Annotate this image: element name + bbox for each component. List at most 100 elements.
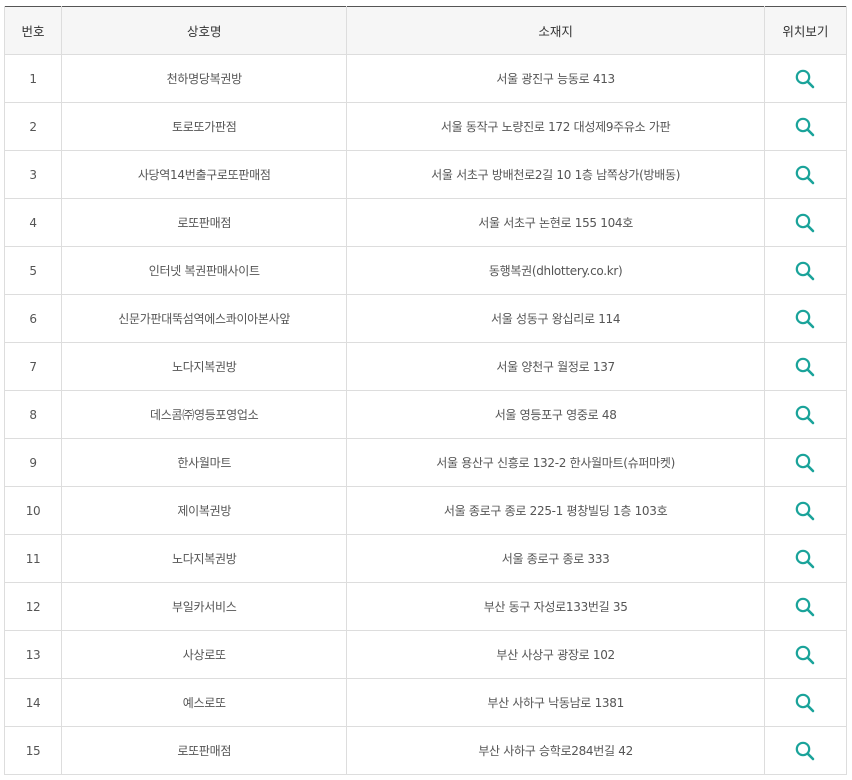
row-location-cell	[763, 102, 848, 151]
row-location-cell	[763, 486, 848, 535]
row-address: 서울 서초구 방배천로2길 10 1층 남쪽상가(방배동)	[346, 150, 765, 199]
row-store-name: 한사월마트	[61, 438, 348, 487]
location-view-button[interactable]	[794, 212, 816, 234]
row-address: 서울 영등포구 영중로 48	[346, 390, 765, 439]
location-view-button[interactable]	[794, 116, 816, 138]
table-row: 12 부일카서비스 부산 동구 자성로133번길 35	[3, 582, 848, 631]
row-store-name: 로또판매점	[61, 726, 348, 775]
row-store-name: 토로또가판점	[61, 102, 348, 151]
table-row: 10 제이복권방 서울 종로구 종로 225-1 평창빌딩 1층 103호	[3, 486, 848, 535]
row-location-cell	[763, 534, 848, 583]
search-icon	[796, 741, 815, 760]
row-number: 15	[3, 726, 63, 775]
header-location: 위치보기	[763, 6, 848, 55]
location-view-button[interactable]	[794, 404, 816, 426]
row-number: 11	[3, 534, 63, 583]
search-icon	[796, 117, 815, 136]
row-address: 서울 서초구 논현로 155 104호	[346, 198, 765, 247]
row-number: 3	[3, 150, 63, 199]
table-row: 4 로또판매점 서울 서초구 논현로 155 104호	[3, 198, 848, 247]
row-store-name: 예스로또	[61, 678, 348, 727]
search-icon	[796, 597, 815, 616]
row-store-name: 노다지복권방	[61, 342, 348, 391]
row-store-name: 제이복권방	[61, 486, 348, 535]
row-store-name: 신문가판대뚝섬역에스콰이아본사앞	[61, 294, 348, 343]
table-row: 1 천하명당복권방 서울 광진구 능동로 413	[3, 54, 848, 103]
location-view-button[interactable]	[794, 68, 816, 90]
row-number: 7	[3, 342, 63, 391]
row-number: 2	[3, 102, 63, 151]
row-number: 1	[3, 54, 63, 103]
row-location-cell	[763, 438, 848, 487]
location-view-button[interactable]	[794, 452, 816, 474]
search-icon	[796, 261, 815, 280]
row-number: 10	[3, 486, 63, 535]
search-icon	[796, 693, 815, 712]
row-store-name: 천하명당복권방	[61, 54, 348, 103]
row-store-name: 사당역14번출구로또판매점	[61, 150, 348, 199]
location-view-button[interactable]	[794, 308, 816, 330]
table-row: 5 인터넷 복권판매사이트 동행복권(dhlottery.co.kr)	[3, 246, 848, 295]
header-store-name: 상호명	[61, 6, 348, 55]
row-address: 서울 광진구 능동로 413	[346, 54, 765, 103]
search-icon	[796, 453, 815, 472]
row-location-cell	[763, 582, 848, 631]
search-icon	[796, 357, 815, 376]
row-number: 8	[3, 390, 63, 439]
location-view-button[interactable]	[794, 260, 816, 282]
location-view-button[interactable]	[794, 548, 816, 570]
location-view-button[interactable]	[794, 740, 816, 762]
row-address: 서울 성동구 왕십리로 114	[346, 294, 765, 343]
table-row: 2 토로또가판점 서울 동작구 노량진로 172 대성제9주유소 가판	[3, 102, 848, 151]
table-row: 15 로또판매점 부산 사하구 승학로284번길 42	[3, 726, 848, 775]
row-address: 부산 사상구 광장로 102	[346, 630, 765, 679]
row-address: 동행복권(dhlottery.co.kr)	[346, 246, 765, 295]
table-row: 3 사당역14번출구로또판매점 서울 서초구 방배천로2길 10 1층 남쪽상가…	[3, 150, 848, 199]
header-number: 번호	[3, 6, 63, 55]
row-number: 9	[3, 438, 63, 487]
row-address: 서울 용산구 신흥로 132-2 한사월마트(슈퍼마켓)	[346, 438, 765, 487]
row-number: 5	[3, 246, 63, 295]
table-row: 9 한사월마트 서울 용산구 신흥로 132-2 한사월마트(슈퍼마켓)	[3, 438, 848, 487]
table-row: 6 신문가판대뚝섬역에스콰이아본사앞 서울 성동구 왕십리로 114	[3, 294, 848, 343]
row-number: 13	[3, 630, 63, 679]
row-store-name: 인터넷 복권판매사이트	[61, 246, 348, 295]
header-row: 번호 상호명 소재지 위치보기	[3, 6, 848, 55]
page: 번호 상호명 소재지 위치보기 1 천하명당복권방 서울 광진구 능동로 413…	[0, 0, 852, 780]
row-location-cell	[763, 150, 848, 199]
row-store-name: 부일카서비스	[61, 582, 348, 631]
row-location-cell	[763, 198, 848, 247]
row-location-cell	[763, 342, 848, 391]
row-address: 부산 사하구 낙동남로 1381	[346, 678, 765, 727]
search-icon	[796, 165, 815, 184]
header-address: 소재지	[346, 6, 765, 55]
search-icon	[796, 501, 815, 520]
location-view-button[interactable]	[794, 692, 816, 714]
location-view-button[interactable]	[794, 356, 816, 378]
store-table: 번호 상호명 소재지 위치보기 1 천하명당복권방 서울 광진구 능동로 413…	[3, 6, 848, 775]
table-row: 8 데스콤㈜영등포영업소 서울 영등포구 영중로 48	[3, 390, 848, 439]
row-address: 서울 종로구 종로 225-1 평창빌딩 1층 103호	[346, 486, 765, 535]
location-view-button[interactable]	[794, 164, 816, 186]
row-address: 서울 동작구 노량진로 172 대성제9주유소 가판	[346, 102, 765, 151]
row-store-name: 사상로또	[61, 630, 348, 679]
row-location-cell	[763, 54, 848, 103]
row-address: 부산 동구 자성로133번길 35	[346, 582, 765, 631]
row-store-name: 노다지복권방	[61, 534, 348, 583]
search-icon	[796, 213, 815, 232]
location-view-button[interactable]	[794, 500, 816, 522]
table-body: 1 천하명당복권방 서울 광진구 능동로 413 2 토로또가판점 서울 동작구…	[3, 54, 848, 775]
search-icon	[796, 309, 815, 328]
row-number: 6	[3, 294, 63, 343]
row-location-cell	[763, 630, 848, 679]
search-icon	[796, 405, 815, 424]
row-number: 14	[3, 678, 63, 727]
location-view-button[interactable]	[794, 644, 816, 666]
row-address: 부산 사하구 승학로284번길 42	[346, 726, 765, 775]
table-row: 11 노다지복권방 서울 종로구 종로 333	[3, 534, 848, 583]
row-number: 4	[3, 198, 63, 247]
row-address: 서울 양천구 월정로 137	[346, 342, 765, 391]
search-icon	[796, 69, 815, 88]
location-view-button[interactable]	[794, 596, 816, 618]
row-address: 서울 종로구 종로 333	[346, 534, 765, 583]
